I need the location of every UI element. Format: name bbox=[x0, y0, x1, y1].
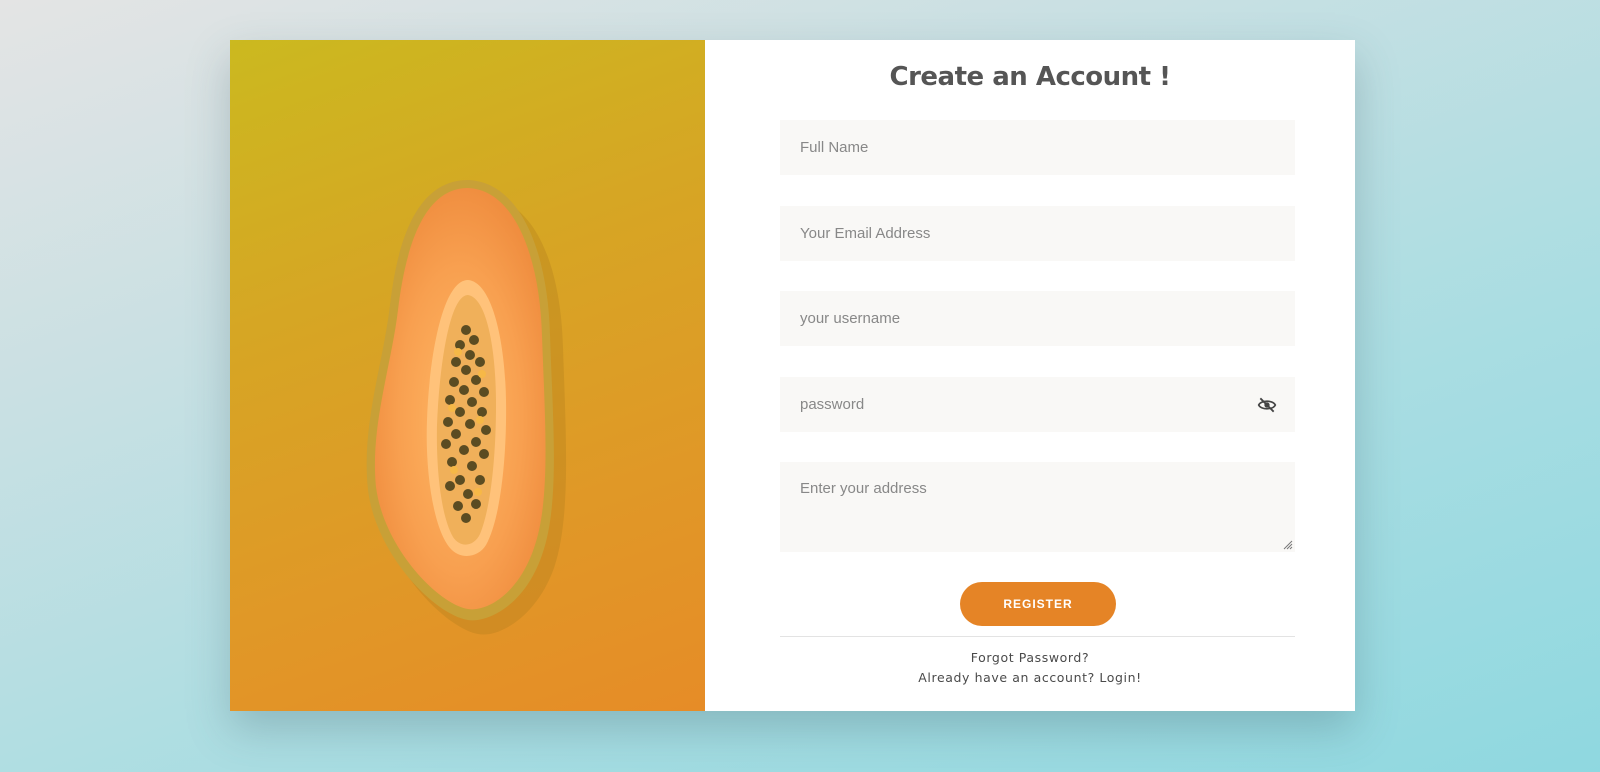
divider bbox=[780, 636, 1295, 637]
papaya-image bbox=[366, 180, 567, 635]
papaya-image-panel bbox=[230, 40, 705, 711]
password-input[interactable] bbox=[800, 396, 1240, 413]
register-card: Create an Account ! REG bbox=[230, 40, 1355, 711]
login-link[interactable]: Already have an account? Login! bbox=[705, 670, 1355, 685]
full-name-field-wrapper bbox=[780, 120, 1295, 175]
register-button[interactable]: REGISTER bbox=[960, 582, 1116, 626]
email-input[interactable] bbox=[800, 225, 1275, 242]
email-field-wrapper bbox=[780, 206, 1295, 261]
address-field-wrapper bbox=[780, 462, 1295, 552]
password-field-wrapper bbox=[780, 377, 1295, 432]
address-textarea[interactable] bbox=[800, 479, 1275, 539]
page-title: Create an Account ! bbox=[889, 62, 1171, 92]
username-field-wrapper bbox=[780, 291, 1295, 346]
username-input[interactable] bbox=[800, 310, 1275, 327]
forgot-password-link[interactable]: Forgot Password? bbox=[705, 650, 1355, 665]
register-form: Create an Account ! REG bbox=[705, 40, 1355, 711]
eye-slash-icon[interactable] bbox=[1257, 395, 1277, 415]
resize-handle-icon[interactable] bbox=[1283, 540, 1293, 550]
full-name-input[interactable] bbox=[800, 139, 1275, 156]
